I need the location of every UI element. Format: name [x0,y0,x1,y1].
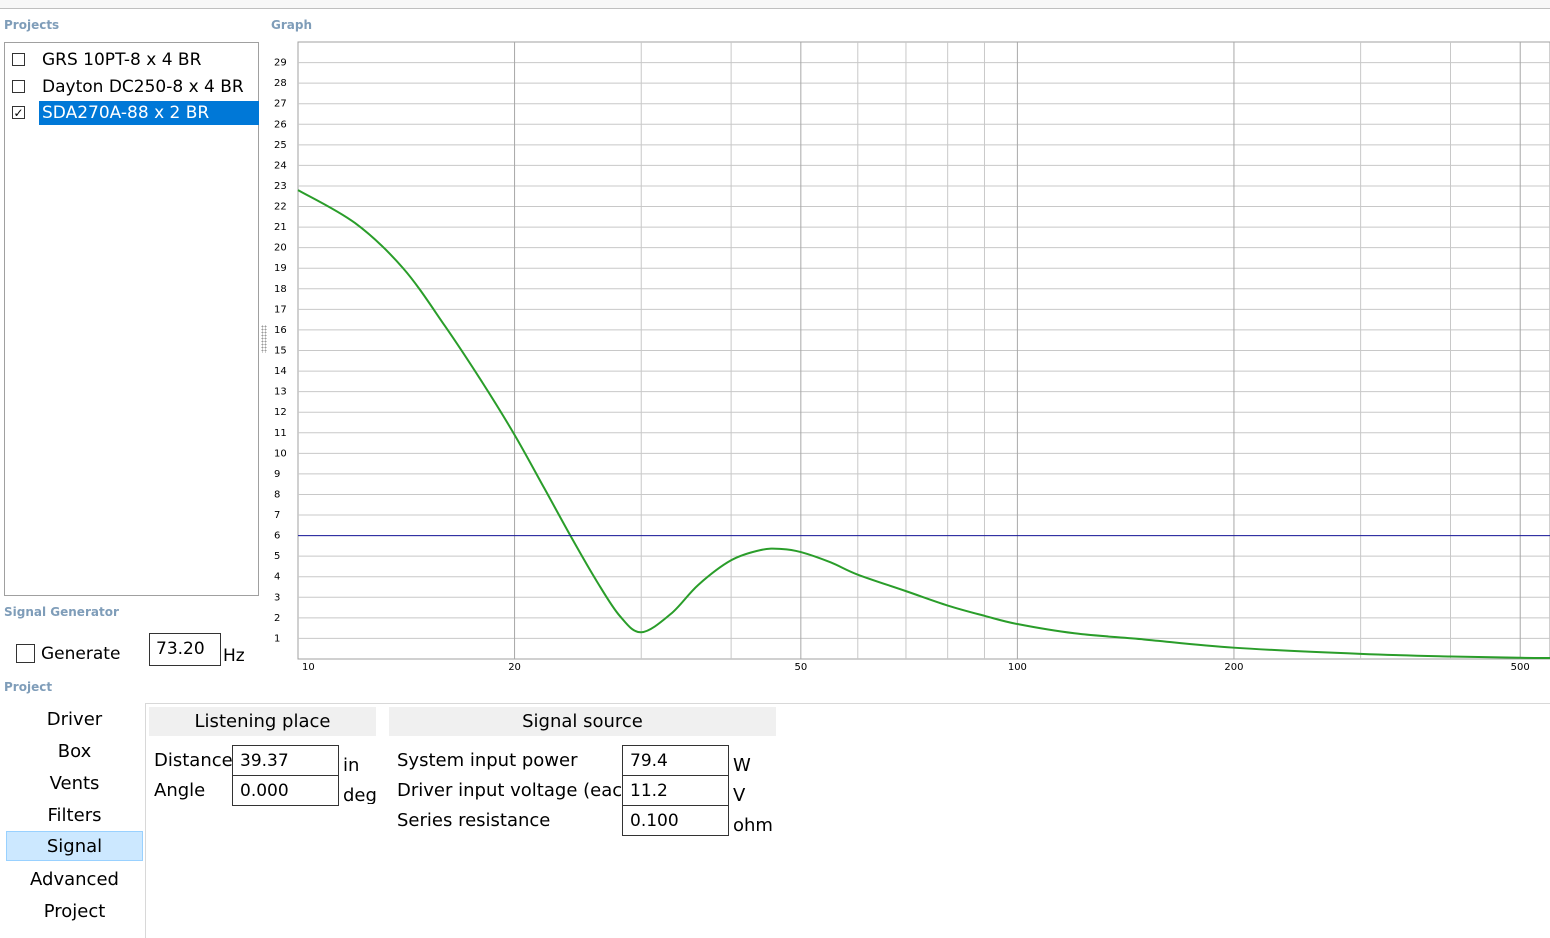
project-checkbox-checked[interactable]: ✓ [12,106,25,120]
nav-filters[interactable]: Filters [6,801,143,831]
nav-vents[interactable]: Vents [6,769,143,799]
nav-driver[interactable]: Driver [6,705,143,735]
y-tick-label: 15 [274,346,287,357]
y-tick-label: 9 [274,469,280,480]
x-tick-label: 500 [1511,662,1530,673]
y-tick-label: 19 [274,263,287,274]
system-input-power-unit: W [733,755,751,776]
distance-label: Distance [154,750,233,771]
project-item-label: GRS 10PT-8 x 4 BR [42,50,202,70]
y-tick-label: 26 [274,119,287,130]
project-panel-title: Project [4,680,53,694]
system-input-power-label: System input power [397,750,578,771]
distance-input[interactable]: 39.37 [232,745,339,776]
y-tick-label: 4 [274,572,280,583]
project-item-label: SDA270A-88 x 2 BR [39,101,259,125]
y-tick-label: 13 [274,387,287,398]
y-tick-label: 2 [274,613,280,624]
projects-list[interactable]: GRS 10PT-8 x 4 BR Dayton DC250-8 x 4 BR … [4,42,259,596]
frequency-response-graph[interactable]: 1234567891011121314151617181920212223242… [262,40,1550,680]
y-tick-label: 3 [274,592,280,603]
frequency-input[interactable]: 73.20 [149,633,221,666]
y-tick-label: 5 [274,551,280,562]
series-resistance-unit: ohm [733,815,773,836]
graph-grid [297,41,1550,660]
signal-source-header: Signal source [389,707,776,736]
x-axis-tick-labels: 10 20 50 100 200 500 [302,662,1530,673]
y-tick-label: 27 [274,99,287,110]
y-tick-label: 20 [274,243,287,254]
y-tick-label: 14 [274,366,287,377]
y-tick-label: 7 [274,510,280,521]
listening-place-header: Listening place [149,707,376,736]
y-tick-label: 6 [274,531,280,542]
y-tick-label: 17 [274,304,287,315]
series-resistance-input[interactable]: 0.100 [622,805,729,836]
projects-panel-title: Projects [4,18,60,32]
y-tick-label: 25 [274,140,287,151]
system-input-power-input[interactable]: 79.4 [622,745,729,776]
project-item-label: Dayton DC250-8 x 4 BR [42,77,244,97]
x-tick-label: 10 [302,662,315,673]
frequency-unit: Hz [223,646,245,666]
generate-checkbox[interactable] [16,644,35,663]
driver-input-voltage-input[interactable]: 11.2 [622,775,729,806]
graph-panel-title: Graph [271,18,312,32]
project-item-selected[interactable]: ✓ SDA270A-88 x 2 BR [9,100,259,125]
angle-input[interactable]: 0.000 [232,775,339,806]
top-toolbar-strip [0,0,1550,9]
y-tick-label: 8 [274,489,280,500]
series-resistance-label: Series resistance [397,810,551,831]
distance-unit: in [343,755,360,776]
y-tick-label: 29 [274,58,287,69]
nav-project[interactable]: Project [6,897,143,927]
y-tick-label: 28 [274,78,287,89]
x-tick-label: 50 [794,662,807,673]
project-panel-divider [145,703,1550,704]
y-axis-tick-labels: 1234567891011121314151617181920212223242… [274,58,287,645]
y-tick-label: 11 [274,428,287,439]
x-tick-label: 100 [1008,662,1027,673]
y-tick-label: 1 [274,633,280,644]
nav-signal[interactable]: Signal [6,831,143,861]
y-tick-label: 12 [274,407,287,418]
y-tick-label: 23 [274,181,287,192]
project-checkbox[interactable] [12,53,25,66]
driver-input-voltage-label: Driver input voltage (each) [397,780,641,801]
nav-box[interactable]: Box [6,737,143,767]
x-tick-label: 20 [508,662,521,673]
generate-label: Generate [41,644,121,664]
project-item[interactable]: Dayton DC250-8 x 4 BR [9,74,257,99]
project-item[interactable]: GRS 10PT-8 x 4 BR [9,47,257,72]
angle-label: Angle [154,780,206,801]
nav-advanced[interactable]: Advanced [6,865,143,895]
y-tick-label: 16 [274,325,287,336]
y-tick-label: 22 [274,202,287,213]
angle-unit: deg [343,785,377,804]
driver-input-voltage-unit: V [733,785,746,806]
x-tick-label: 200 [1224,662,1243,673]
y-tick-label: 21 [274,222,287,233]
project-checkbox[interactable] [12,80,25,93]
y-tick-label: 10 [274,448,287,459]
y-tick-label: 24 [274,160,287,171]
y-tick-label: 18 [274,284,287,295]
signal-generator-title: Signal Generator [4,605,119,619]
project-nav-divider [145,703,146,938]
